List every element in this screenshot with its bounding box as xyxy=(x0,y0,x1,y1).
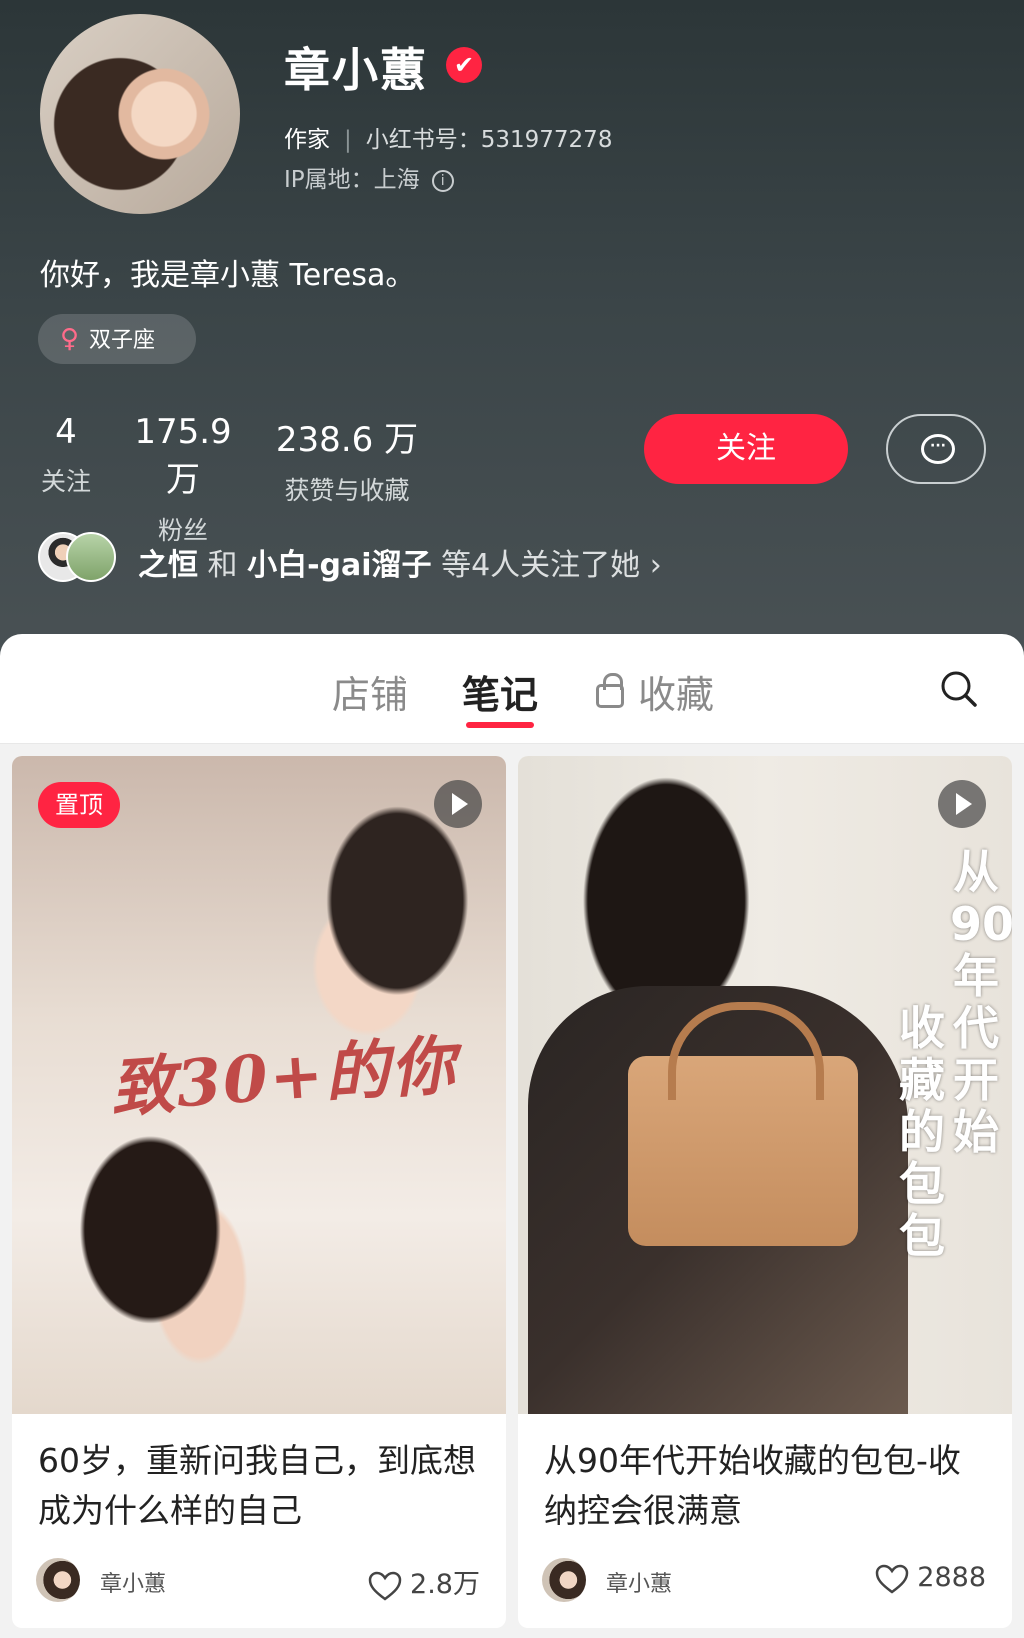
stat-label: 关注 xyxy=(40,467,91,496)
post-title: 60岁，重新问我自己，到底想成为什么样的自己 xyxy=(38,1441,476,1530)
tab-shop[interactable]: 店铺 xyxy=(332,664,408,719)
mutual-name: 之恒 xyxy=(138,548,198,583)
stat-following[interactable]: 4 关注 xyxy=(40,412,92,498)
active-tab-indicator xyxy=(466,722,534,728)
info-icon[interactable]: i xyxy=(431,169,454,192)
ip-label: IP属地： xyxy=(284,167,374,193)
profile-meta: 作家 | 小红书号：531977278 xyxy=(284,120,612,154)
heart-icon xyxy=(876,1564,909,1594)
stat-label: 获赞与收藏 xyxy=(284,476,410,505)
post-card[interactable]: 从90年代开始 收藏的包包 从90年代开始收藏的包包-收纳控会很满意 章小蕙 2… xyxy=(518,756,1012,1628)
search-icon[interactable] xyxy=(940,670,978,708)
tab-notes[interactable]: 笔记 xyxy=(462,664,538,719)
cover-overlay-column: 从90年代开始 xyxy=(950,845,1012,1159)
stat-value: 175.9 万 xyxy=(134,412,232,500)
profile-header: 章小蕙 ✔ 作家 | 小红书号：531977278 IP属地：上海 i 你好，我是章小… xyxy=(0,0,1024,680)
chevron-right-icon: › xyxy=(649,548,662,583)
like-count[interactable]: 2888 xyxy=(875,1562,986,1594)
ip-value: 上海 xyxy=(373,167,420,193)
post-cover[interactable]: 从90年代开始 收藏的包包 xyxy=(518,756,1012,1414)
post-card[interactable]: 置顶 致30+的你 60岁，重新问我自己，到底想成为什么样的自己 章小蕙 2.8… xyxy=(12,756,506,1628)
female-icon: ♀ xyxy=(60,324,80,354)
lock-icon xyxy=(596,672,624,708)
profile-name: 章小蕙 xyxy=(284,43,428,97)
mutual-joiner: 和 xyxy=(198,548,248,583)
profile-role: 作家 xyxy=(284,127,330,153)
profile-avatar[interactable] xyxy=(40,14,240,214)
heart-icon xyxy=(368,1571,402,1601)
author-avatar[interactable] xyxy=(36,1558,80,1602)
follow-button[interactable]: 关注 xyxy=(644,414,848,484)
mutual-avatar xyxy=(66,532,116,582)
profile-bio: 你好，我是章小蕙 Teresa。 xyxy=(40,258,416,293)
like-count-value: 2.8万 xyxy=(410,1569,480,1600)
stat-value: 238.6 万 xyxy=(275,420,419,460)
stat-likes-collects[interactable]: 238.6 万 获赞与收藏 xyxy=(272,412,422,507)
redbook-id-value: 531977278 xyxy=(480,127,613,153)
post-author[interactable]: 章小蕙 xyxy=(606,1566,672,1598)
pinned-badge: 置顶 xyxy=(38,782,120,828)
mutual-name: 小白-gai溜子 xyxy=(247,548,432,583)
post-author[interactable]: 章小蕙 xyxy=(100,1566,166,1598)
stat-value: 4 xyxy=(55,412,77,452)
message-button[interactable]: ··· xyxy=(886,414,986,484)
verified-icon: ✔ xyxy=(446,47,482,83)
tab-collections[interactable]: 收藏 xyxy=(596,664,714,719)
zodiac-label: 双子座 xyxy=(89,328,156,353)
mutual-followers-text: 之恒 和 小白-gai溜子 等4人关注了她 › xyxy=(138,540,662,584)
cover-overlay-text: 致30+的你 xyxy=(108,1027,460,1127)
redbook-id-label: 小红书号： xyxy=(365,127,481,153)
stat-followers[interactable]: 175.9 万 粉丝 xyxy=(114,412,252,547)
zodiac-tag: ♀ 双子座 xyxy=(38,314,196,364)
cover-overlay-column: 收藏的包包 xyxy=(899,1001,945,1263)
video-play-icon xyxy=(434,780,482,828)
like-count-value: 2888 xyxy=(917,1562,986,1593)
post-cover[interactable]: 置顶 致30+的你 xyxy=(12,756,506,1414)
mutual-suffix: 等4人关注了她 xyxy=(431,548,650,583)
post-title: 从90年代开始收藏的包包-收纳控会很满意 xyxy=(544,1441,961,1530)
chat-bubble-icon: ··· xyxy=(921,434,955,464)
author-avatar[interactable] xyxy=(542,1558,586,1602)
tab-collections-label: 收藏 xyxy=(638,673,715,717)
cover-handbag xyxy=(628,1002,858,1246)
ip-location: IP属地：上海 i xyxy=(284,160,454,194)
cover-overlay-text: 从90年代开始 收藏的包包 xyxy=(892,816,1012,1262)
meta-divider: | xyxy=(344,127,352,153)
content-tabbar: 店铺 笔记 收藏 xyxy=(0,634,1024,744)
like-count[interactable]: 2.8万 xyxy=(368,1562,480,1601)
